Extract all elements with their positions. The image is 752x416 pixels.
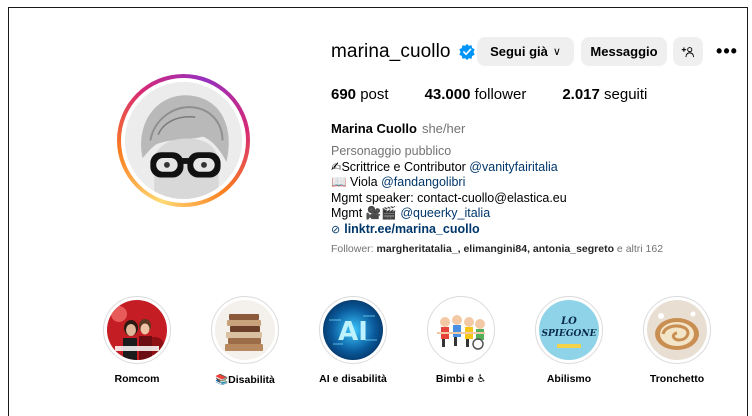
followed-by[interactable]: Follower: margheritatalia_, elimangini84… — [331, 243, 663, 255]
highlight-abilismo[interactable]: LO SPIEGONE Abilismo — [524, 296, 614, 385]
highlight-bimbi[interactable]: Bimbi e ♿ — [416, 296, 506, 385]
highlight-cover — [107, 300, 167, 360]
bio-line-2: 📖 Viola @fandangolibri — [331, 175, 466, 190]
bio-line-4: Mgmt 🎥🎬 @queerky_italia — [331, 206, 491, 221]
posts-stat: 690 post — [331, 86, 389, 103]
profile-avatar[interactable] — [117, 74, 250, 207]
external-link[interactable]: linktr.ee/marina_cuollo — [344, 222, 479, 236]
bio-line-1: ✍Scrittrice e Contributor @vanityfairita… — [331, 159, 558, 174]
avatar-illustration — [125, 82, 242, 199]
pronouns: she/her — [421, 121, 466, 136]
bio-line-3: Mgmt speaker: contact-cuollo@elastica.eu — [331, 190, 567, 205]
following-stat[interactable]: 2.017 seguiti — [562, 86, 647, 103]
highlight-cover: AI — [323, 300, 383, 360]
add-user-icon — [681, 46, 695, 57]
highlight-label: Bimbi e ♿ — [435, 373, 487, 385]
highlight-cover — [431, 300, 491, 360]
following-label: Segui già — [490, 44, 548, 59]
highlight-ai-disabilita[interactable]: AI AI e disabilità — [308, 296, 398, 385]
story-highlights: Romcom 📚Disabilità AI AI e disabilità Bi… — [92, 296, 742, 396]
highlight-cover-text-1: LO — [560, 316, 577, 327]
mention-queerky-italia[interactable]: @queerky_italia — [400, 206, 490, 220]
highlight-label: Romcom — [114, 373, 160, 385]
highlight-cover — [647, 300, 707, 360]
profile-bio: Personaggio pubblico ✍Scrittrice e Contr… — [331, 144, 741, 239]
verified-badge-icon — [458, 43, 475, 61]
bio-category: Personaggio pubblico — [331, 144, 452, 158]
mention-vanityfairitalia[interactable]: @vanityfairitalia — [469, 160, 557, 174]
highlight-romcom[interactable]: Romcom — [92, 296, 182, 385]
highlight-disabilita[interactable]: 📚Disabilità — [200, 296, 290, 386]
avatar-photo — [125, 82, 242, 199]
following-button[interactable]: Segui già ∨ — [477, 37, 574, 66]
profile-header: marina_cuollo — [331, 37, 476, 67]
username: marina_cuollo — [331, 41, 451, 62]
highlight-cover-text: AI — [338, 317, 368, 347]
highlight-cover-text-2: SPIEGONE — [542, 329, 597, 339]
profile-name-line: Marina Cuollo she/her — [331, 121, 465, 136]
highlight-cover: LO SPIEGONE — [539, 300, 599, 360]
full-name: Marina Cuollo — [331, 121, 417, 136]
followed-by-names: margheritatalia_, elimangini84, antonia_… — [376, 243, 615, 255]
profile-stats: 690 post 43.000 follower 2.017 seguiti — [331, 86, 683, 103]
chevron-down-icon: ∨ — [552, 46, 561, 58]
more-options-button[interactable]: ••• — [712, 37, 742, 66]
highlight-tronchetto[interactable]: Tronchetto — [632, 296, 722, 385]
highlight-cover — [215, 300, 275, 360]
message-button[interactable]: Messaggio — [581, 37, 667, 66]
highlight-label: Abilismo — [546, 373, 592, 385]
highlight-label: Tronchetto — [649, 373, 705, 385]
bio-link-line: ⊘ linktr.ee/marina_cuollo — [331, 222, 741, 239]
link-icon: ⊘ — [331, 223, 341, 236]
mention-fandangolibri[interactable]: @fandangolibri — [381, 175, 465, 189]
add-user-button[interactable] — [673, 37, 703, 66]
highlight-label: 📚Disabilità — [215, 374, 275, 386]
followers-stat[interactable]: 43.000 follower — [425, 86, 527, 103]
highlight-label: AI e disabilità — [319, 373, 387, 385]
